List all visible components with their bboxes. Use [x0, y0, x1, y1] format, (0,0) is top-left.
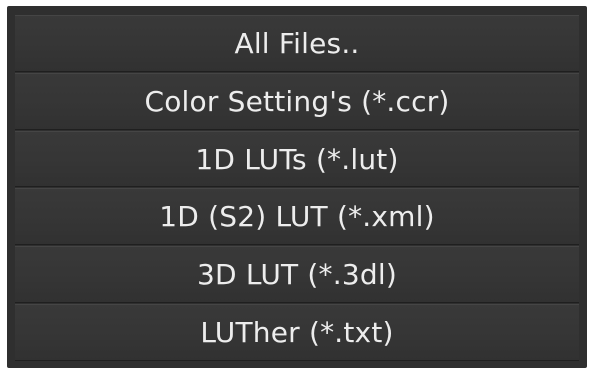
- menu-item-3d-lut[interactable]: 3D LUT (*.3dl): [15, 246, 579, 304]
- menu-item-color-settings[interactable]: Color Setting's (*.ccr): [15, 72, 579, 130]
- menu-item-all-files[interactable]: All Files..: [15, 15, 579, 72]
- menu-item-luther[interactable]: LUTher (*.txt): [15, 304, 579, 361]
- menu-item-1d-s2-lut[interactable]: 1D (S2) LUT (*.xml): [15, 188, 579, 246]
- file-type-menu: All Files.. Color Setting's (*.ccr) 1D L…: [7, 6, 587, 368]
- menu-item-1d-luts[interactable]: 1D LUTs (*.lut): [15, 130, 579, 188]
